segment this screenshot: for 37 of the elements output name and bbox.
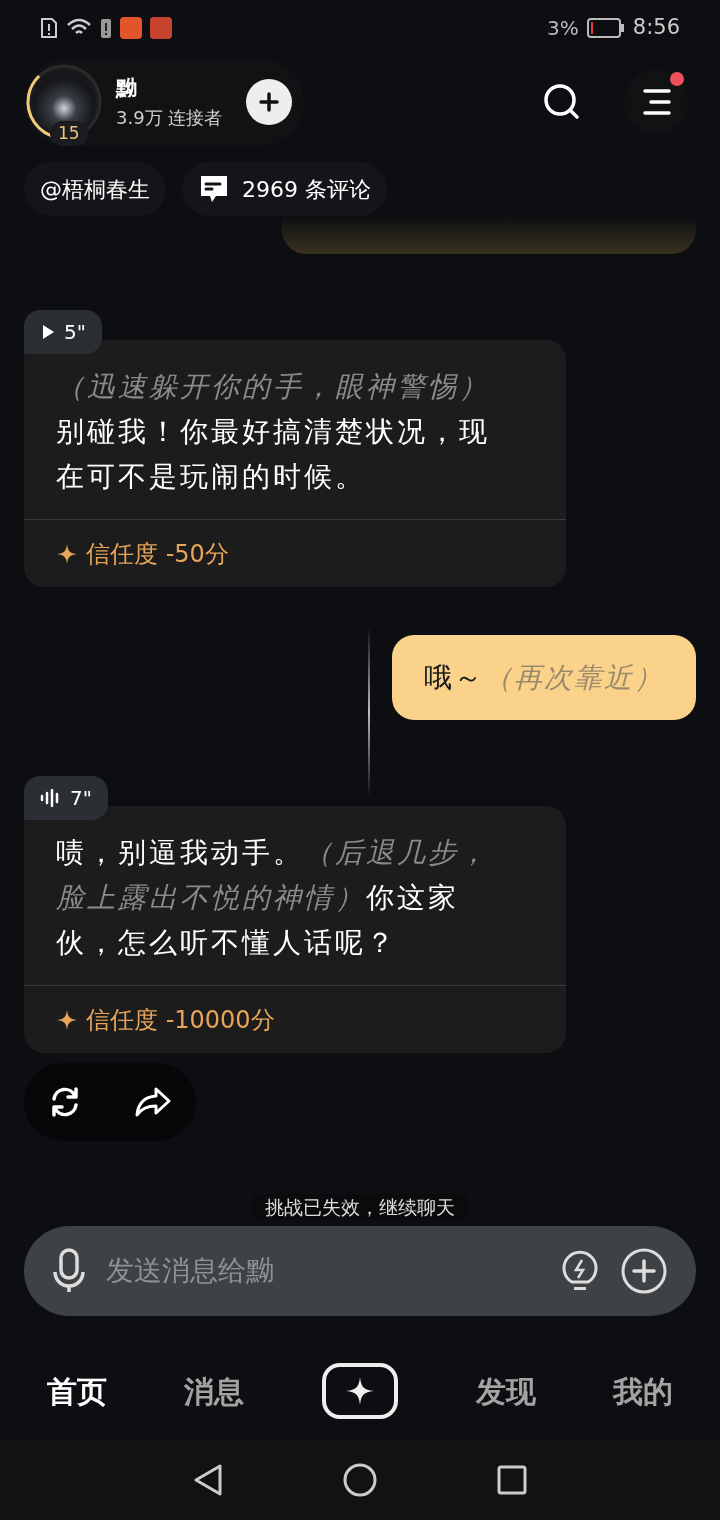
voice-play-button[interactable]: 7" bbox=[24, 776, 108, 820]
message-input-bar[interactable]: 发送消息给黝 bbox=[24, 1226, 696, 1316]
clock: 8:56 bbox=[632, 14, 680, 42]
notice-text: 挑战已失效，继续聊天 bbox=[253, 1194, 467, 1220]
voice-play-button[interactable]: 5" bbox=[24, 310, 102, 354]
author-chip[interactable]: @梧桐春生 bbox=[24, 162, 166, 216]
nav-tab[interactable]: 发现 bbox=[475, 1368, 536, 1414]
plus-icon bbox=[259, 92, 280, 112]
home-icon[interactable] bbox=[343, 1463, 377, 1497]
message-input[interactable]: 发送消息给黝 bbox=[106, 1250, 540, 1292]
trust-score: 信任度 -10000分 bbox=[86, 1004, 275, 1036]
share-arrow-icon bbox=[134, 1086, 172, 1118]
nav-tab[interactable]: 首页 bbox=[46, 1368, 107, 1414]
plus-circle-icon bbox=[620, 1247, 668, 1295]
app-icon bbox=[150, 17, 172, 39]
message-text: 啧，别逼我动手。（后退几步，脸上露出不悦的神情）你这家伙，怎么听不懂人话呢？ bbox=[55, 835, 491, 961]
app-icon bbox=[120, 17, 142, 39]
follower-count: 3.9万 连接者 bbox=[116, 106, 223, 131]
microphone-icon bbox=[52, 1248, 86, 1294]
comments-chip[interactable]: 2969 条评论 bbox=[182, 162, 387, 216]
recents-icon[interactable] bbox=[497, 1465, 527, 1495]
battery-alert-icon bbox=[100, 17, 112, 39]
nav-tab[interactable]: 我的 bbox=[613, 1368, 674, 1414]
battery-icon bbox=[586, 18, 625, 38]
share-button[interactable] bbox=[134, 1086, 172, 1118]
search-icon bbox=[542, 82, 582, 122]
user-message: 哦～（再次靠近） bbox=[392, 635, 696, 720]
follow-button[interactable] bbox=[246, 79, 293, 125]
trust-score: 信任度 -50分 bbox=[86, 538, 229, 570]
sim-alert-icon bbox=[40, 17, 58, 39]
menu-icon bbox=[641, 88, 671, 116]
message-text: （迅速躲开你的手，眼神警惕） 别碰我！你最好搞清楚状况，现在可不是玩闹的时候。 bbox=[55, 369, 491, 495]
back-icon[interactable] bbox=[193, 1463, 223, 1497]
battery-percentage: 3% bbox=[547, 15, 579, 42]
character-name: 黝 bbox=[116, 74, 138, 102]
create-tab[interactable] bbox=[322, 1363, 398, 1419]
nav-tab[interactable]: 消息 bbox=[184, 1368, 245, 1414]
